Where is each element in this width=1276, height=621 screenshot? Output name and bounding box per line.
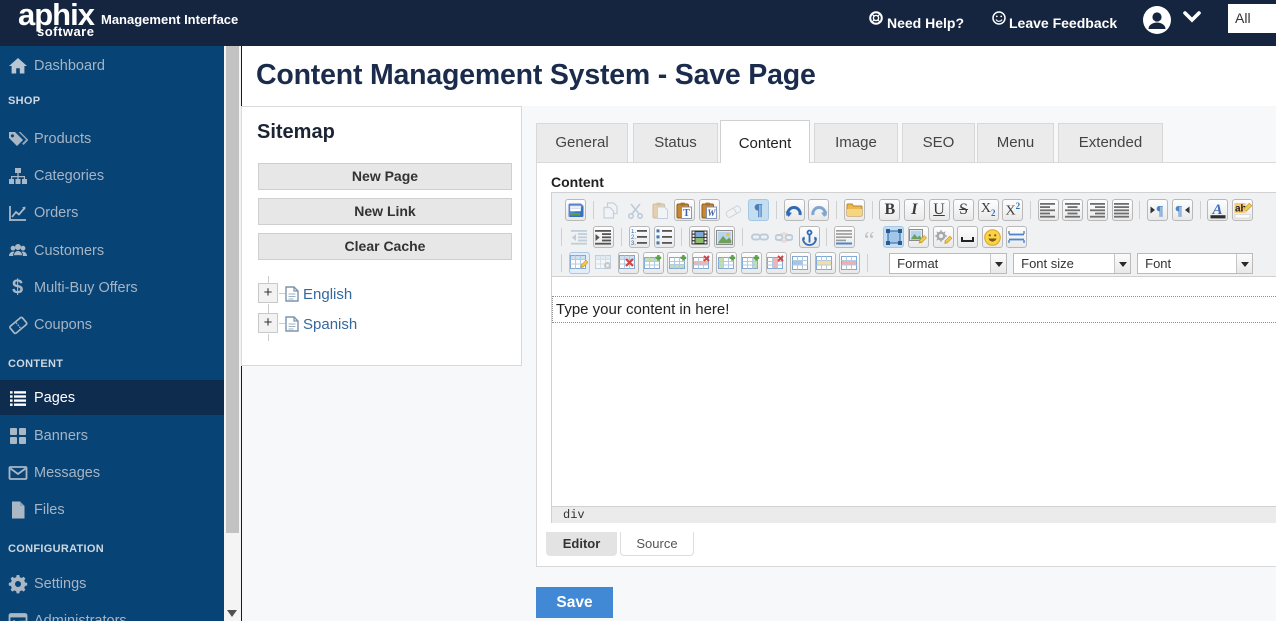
svg-text:¶: ¶ <box>1156 204 1164 218</box>
svg-text:W: W <box>707 207 716 217</box>
svg-text:T: T <box>683 208 690 219</box>
svg-text:¶: ¶ <box>1175 204 1183 218</box>
svg-text:3.: 3. <box>631 241 636 245</box>
